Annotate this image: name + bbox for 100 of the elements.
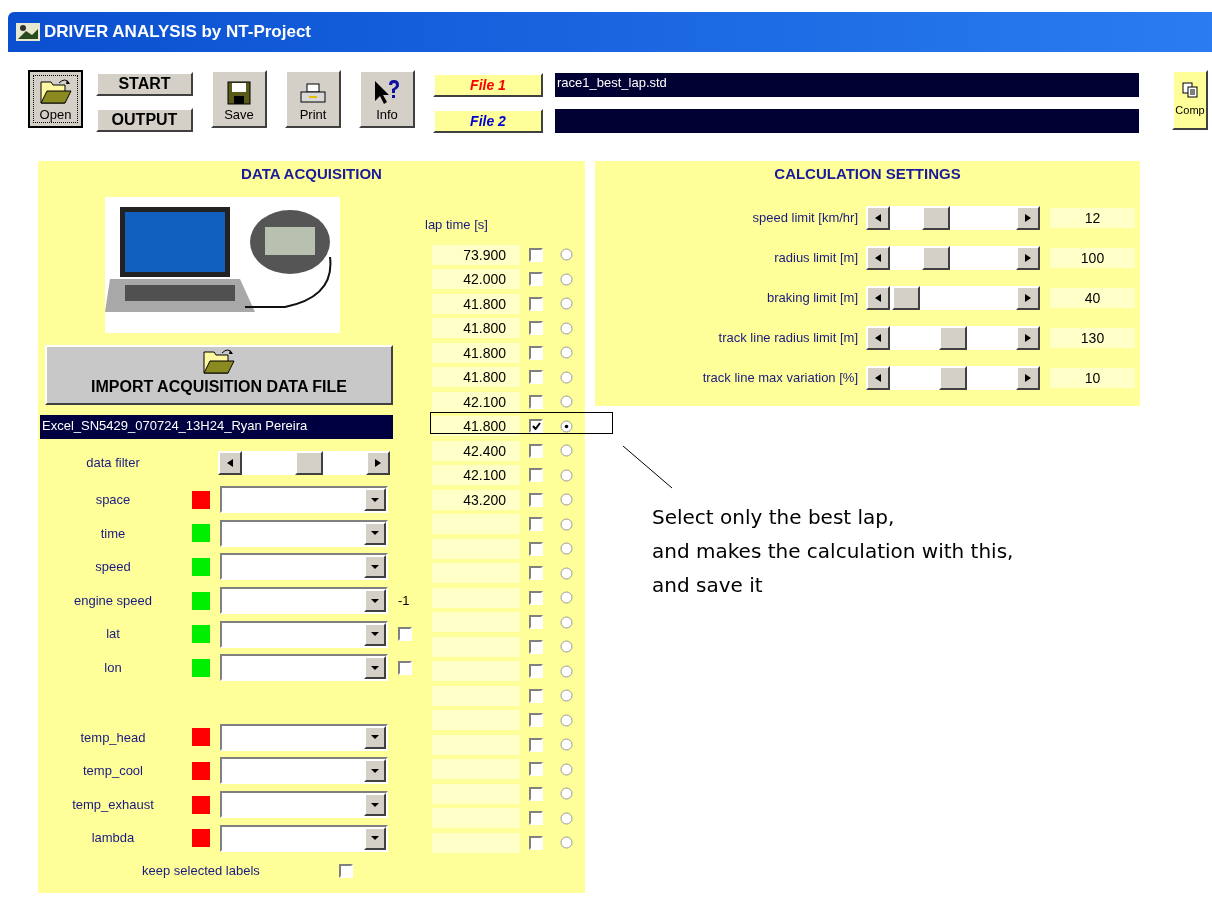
lap-checkbox[interactable] (529, 566, 543, 581)
radio-button[interactable] (560, 321, 573, 335)
radio-button[interactable] (560, 297, 573, 311)
file-slot-button[interactable]: File 2 (433, 109, 543, 133)
radio-button[interactable] (560, 444, 573, 458)
toolbar-button[interactable]: Print (285, 70, 341, 128)
channel-label: temp_head (79, 728, 147, 747)
dropdown-field[interactable] (220, 757, 388, 785)
lap-checkbox[interactable] (529, 272, 543, 287)
lap-checkbox[interactable] (529, 247, 543, 262)
radio-button[interactable] (560, 664, 573, 678)
panel-title: CALCULATION SETTINGS (773, 164, 962, 184)
lap-checkbox[interactable] (529, 590, 543, 605)
run-button[interactable]: START (96, 72, 193, 96)
setting-scrollbar[interactable] (866, 286, 1040, 310)
radio-button[interactable] (560, 689, 573, 703)
radio-button[interactable] (560, 836, 573, 850)
file-name-field[interactable]: Excel_SN5429_070724_13H24_Ryan Pereira (40, 415, 393, 439)
lap-checkbox[interactable] (529, 345, 543, 360)
run-button[interactable]: OUTPUT (96, 108, 193, 132)
app-icon (16, 23, 40, 41)
channel-checkbox[interactable] (398, 660, 412, 675)
toolbar-button[interactable]: Save (211, 70, 267, 128)
file-slot-button[interactable]: File 1 (433, 73, 543, 97)
lap-checkbox[interactable] (529, 517, 543, 532)
radio-button[interactable] (560, 468, 573, 482)
radio-button[interactable] (560, 738, 573, 752)
setting-scrollbar[interactable] (866, 326, 1040, 350)
radio-button[interactable] (560, 395, 573, 409)
radio-button[interactable] (560, 591, 573, 605)
radio-button[interactable] (560, 419, 573, 433)
dropdown-field[interactable] (220, 486, 388, 514)
radio-button[interactable] (560, 615, 573, 629)
radio-button[interactable] (560, 517, 573, 531)
setting-value: 10 (1050, 368, 1135, 388)
dropdown-field[interactable] (220, 791, 388, 819)
lap-checkbox[interactable] (529, 737, 543, 752)
keep-labels-checkbox[interactable] (338, 863, 353, 878)
setting-scrollbar[interactable] (866, 366, 1040, 390)
radio-button[interactable] (560, 370, 573, 384)
scroll-thumb[interactable] (294, 451, 323, 475)
import-file-button[interactable]: IMPORT ACQUISITION DATA FILE (45, 345, 393, 405)
radio-button[interactable] (560, 566, 573, 580)
scroll-thumb[interactable] (922, 246, 951, 270)
lap-checkbox[interactable] (529, 664, 543, 679)
setting-scrollbar[interactable] (866, 246, 1040, 270)
radio-button[interactable] (560, 542, 573, 556)
lap-checkbox[interactable] (529, 492, 543, 507)
lap-checkbox[interactable] (529, 394, 543, 409)
lap-checkbox[interactable] (529, 541, 543, 556)
setting-value: 100 (1050, 248, 1135, 268)
folder-import-icon (202, 347, 236, 375)
file-path-field[interactable]: race1_best_lap.std (555, 73, 1139, 97)
pointer-question-icon (373, 78, 401, 105)
dropdown-field[interactable] (220, 620, 388, 648)
radio-button[interactable] (560, 762, 573, 776)
setting-scrollbar[interactable] (866, 206, 1040, 230)
scroll-thumb[interactable] (891, 286, 920, 310)
radio-button[interactable] (560, 248, 573, 262)
scroll-thumb[interactable] (922, 206, 951, 230)
dropdown-field[interactable] (220, 519, 388, 547)
channel-value: -1 (398, 591, 410, 610)
lap-checkbox[interactable] (529, 468, 543, 483)
radio-button[interactable] (560, 811, 573, 825)
lap-checkbox[interactable] (529, 370, 543, 385)
radio-button[interactable] (560, 272, 573, 286)
lap-checkbox[interactable] (529, 321, 543, 336)
radio-button[interactable] (560, 713, 573, 727)
open-button[interactable]: Open (28, 70, 83, 128)
dropdown-field[interactable] (220, 553, 388, 581)
channel-label: engine speed (72, 591, 154, 610)
lap-checkbox[interactable] (529, 639, 543, 654)
lap-checkbox[interactable] (529, 835, 543, 850)
lap-checkbox[interactable] (529, 296, 543, 311)
compare-button[interactable]: Comp (1172, 70, 1208, 130)
lap-checkbox[interactable] (529, 615, 543, 630)
setting-label: track line radius limit [m] (717, 329, 858, 348)
dropdown-field[interactable] (220, 654, 388, 682)
dropdown-field[interactable] (220, 723, 388, 751)
lap-checkbox[interactable] (529, 419, 543, 434)
lap-checkbox[interactable] (529, 762, 543, 777)
lap-checkbox[interactable] (529, 786, 543, 801)
toolbar-button[interactable]: Info (359, 70, 415, 128)
lap-checkbox[interactable] (529, 443, 543, 458)
radio-button[interactable] (560, 787, 573, 801)
radio-button[interactable] (560, 346, 573, 360)
channel-checkbox[interactable] (398, 627, 412, 642)
dropdown-field[interactable] (220, 824, 388, 852)
file-path-field[interactable] (555, 109, 1139, 133)
radio-button[interactable] (560, 640, 573, 654)
lap-checkbox[interactable] (529, 713, 543, 728)
channel-label: lambda (90, 829, 136, 848)
scroll-thumb[interactable] (939, 366, 967, 390)
scroll-thumb[interactable] (939, 326, 967, 350)
lap-time-header: lap time [s] (425, 216, 489, 234)
radio-button[interactable] (560, 493, 573, 507)
lap-checkbox[interactable] (529, 688, 543, 703)
filter-scrollbar[interactable] (218, 451, 390, 475)
dropdown-field[interactable] (220, 587, 388, 615)
lap-checkbox[interactable] (529, 811, 543, 826)
